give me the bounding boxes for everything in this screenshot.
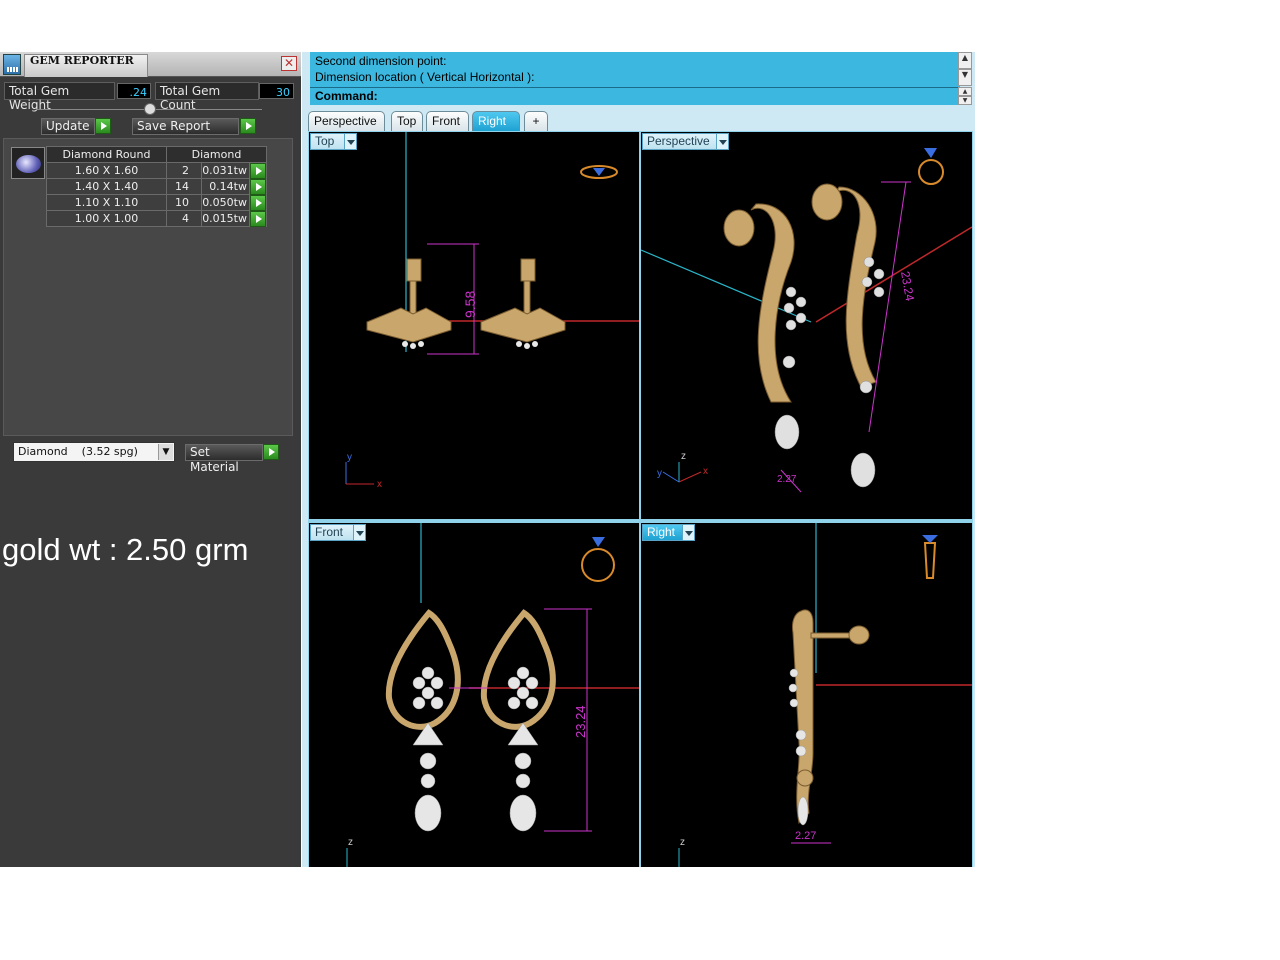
axis-z-label: z: [348, 837, 353, 848]
gem-count: 2: [166, 162, 202, 179]
gem-table-area: Diamond Round Diamond 1.60 X 1.60 2 0.03…: [3, 138, 293, 436]
gem-count: 14: [166, 178, 202, 195]
gem-weight: 0.015tw: [201, 210, 250, 227]
dimension-label: 23.24: [898, 270, 917, 302]
save-report-arrow-icon[interactable]: [240, 118, 256, 134]
viewport-perspective[interactable]: 23.24 2.27 z y x Perspective: [641, 132, 972, 519]
viewport-menu-icon[interactable]: [716, 133, 729, 150]
material-select-value: Diamond (3.52 spg): [18, 445, 138, 458]
update-button[interactable]: Update: [41, 118, 95, 135]
total-gem-count-value: 30: [259, 83, 294, 99]
gem-size: 1.10 X 1.10: [46, 194, 167, 211]
axis-y-label: y: [657, 468, 662, 479]
row-arrow-icon[interactable]: [250, 211, 266, 227]
panel-title: GEM REPORTER: [30, 54, 134, 67]
set-material-button[interactable]: Set Material: [185, 444, 263, 474]
scroll-up-icon[interactable]: ▲: [958, 52, 972, 69]
command-history-line: Second dimension point:: [315, 54, 447, 68]
gem-weight: 0.14tw: [201, 178, 250, 195]
column-header-shape: Diamond Round: [46, 146, 167, 163]
column-header-stone: Diamond: [166, 146, 267, 163]
panel-title-bar: GEM REPORTER ✕: [0, 52, 301, 77]
gem-reporter-panel: GEM REPORTER ✕ Total Gem Weight .24 Tota…: [0, 52, 301, 867]
add-tab-icon[interactable]: +: [524, 111, 548, 131]
table-row[interactable]: 1.60 X 1.60 2 0.031tw: [46, 162, 267, 179]
viewport-menu-icon[interactable]: [353, 524, 366, 541]
gem-count: 10: [166, 194, 202, 211]
gem-size: 1.60 X 1.60: [46, 162, 167, 179]
viewport-label-top[interactable]: Top: [310, 133, 345, 150]
tab-front[interactable]: Front: [426, 111, 469, 131]
command-label: Command:: [315, 89, 378, 103]
viewport-grid: 9.58 y x Top 23.24 2.27 z y x Perspectiv…: [308, 131, 973, 867]
gem-table: Diamond Round Diamond 1.60 X 1.60 2 0.03…: [46, 146, 267, 227]
row-arrow-icon[interactable]: [250, 195, 266, 211]
axis-x-label: x: [377, 479, 382, 490]
total-gem-count-label: Total Gem Count: [155, 82, 259, 112]
viewport-right[interactable]: 2.27 z Right: [641, 523, 972, 867]
viewport-menu-icon[interactable]: [344, 133, 357, 150]
gem-weight: 0.031tw: [201, 162, 250, 179]
table-row[interactable]: 1.10 X 1.10 10 0.050tw: [46, 194, 267, 211]
viewport-label-front[interactable]: Front: [310, 524, 354, 541]
gem-count: 4: [166, 210, 202, 227]
axis-z-label: z: [681, 451, 686, 462]
gem-size: 1.40 X 1.40: [46, 178, 167, 195]
cad-window: Second dimension point: Dimension locati…: [302, 52, 975, 867]
table-row[interactable]: 1.40 X 1.40 14 0.14tw: [46, 178, 267, 195]
dimension-label: 9.58: [462, 291, 478, 318]
update-arrow-icon[interactable]: [95, 118, 111, 134]
row-arrow-icon[interactable]: [250, 179, 266, 195]
table-row[interactable]: 1.00 X 1.00 4 0.015tw: [46, 210, 267, 227]
splitter-handle[interactable]: [144, 103, 156, 115]
command-history-line: Dimension location ( Vertical Horizontal…: [315, 70, 535, 84]
row-arrow-icon[interactable]: [250, 163, 266, 179]
save-report-button[interactable]: Save Report: [132, 118, 239, 135]
viewport-top[interactable]: 9.58 y x Top: [309, 132, 639, 519]
viewport-label-right[interactable]: Right: [642, 524, 683, 541]
axis-y-label: y: [347, 452, 352, 463]
viewport-front[interactable]: 23.24 z Front: [309, 523, 639, 867]
viewport-menu-icon[interactable]: [682, 524, 695, 541]
chevron-down-icon[interactable]: ▼: [158, 444, 173, 460]
tab-top[interactable]: Top: [391, 111, 423, 131]
gem-weight: 0.050tw: [201, 194, 250, 211]
gem-reporter-app-icon: [3, 54, 21, 75]
gold-weight-note: gold wt : 2.50 grm: [2, 532, 249, 567]
dimension-label: 23.24: [573, 705, 588, 738]
gem-size: 1.00 X 1.00: [46, 210, 167, 227]
round-diamond-icon: [11, 147, 45, 179]
dimension-label: 2.27: [795, 830, 816, 842]
total-gem-weight-value: .24: [117, 83, 151, 99]
total-gem-weight-label: Total Gem Weight: [4, 82, 115, 112]
axis-z-label: z: [680, 837, 685, 848]
tab-right[interactable]: Right: [472, 111, 520, 131]
scroll-down-icon[interactable]: ▼: [958, 69, 972, 86]
viewport-label-perspective[interactable]: Perspective: [642, 133, 717, 150]
axis-x-label: x: [703, 466, 708, 477]
command-scroll-down-icon[interactable]: ▼: [958, 96, 972, 105]
tab-perspective[interactable]: Perspective: [308, 111, 385, 131]
command-history: Second dimension point: Dimension locati…: [310, 52, 960, 87]
command-scroll-up-icon[interactable]: ▲: [958, 87, 972, 96]
dimension-label-small: 2.27: [777, 474, 797, 485]
material-select[interactable]: Diamond (3.52 spg) ▼: [13, 442, 175, 462]
command-input[interactable]: Command:: [310, 87, 960, 105]
close-icon[interactable]: ✕: [281, 56, 297, 71]
set-material-arrow-icon[interactable]: [263, 444, 279, 460]
